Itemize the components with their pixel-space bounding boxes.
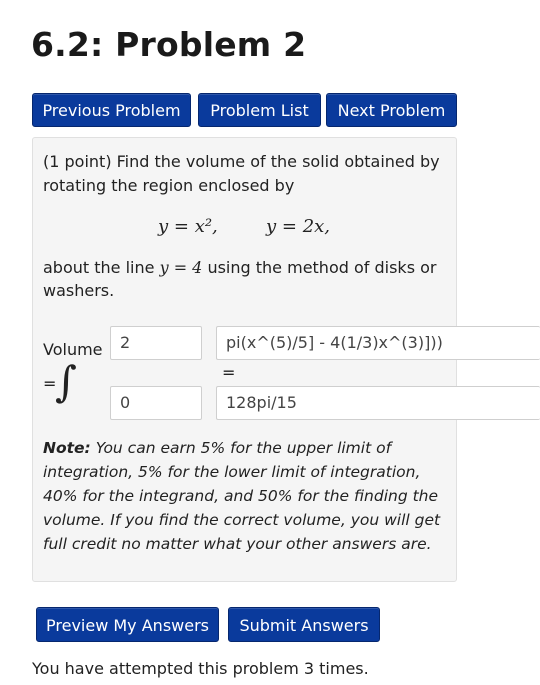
- upper-limit-input[interactable]: 2: [110, 326, 202, 360]
- problem-list-button[interactable]: Problem List: [198, 93, 321, 127]
- volume-input[interactable]: 128pi/15: [216, 386, 540, 420]
- equation-1: y = x²,: [158, 216, 218, 237]
- problem-intro-line1: (1 point) Find the volume of the solid o…: [43, 152, 440, 171]
- attempts-status: You have attempted this problem 3 times.: [32, 659, 369, 678]
- note-body: You can earn 5% for the upper limit of i…: [43, 439, 441, 553]
- equals-between: =: [222, 363, 236, 382]
- previous-problem-button[interactable]: Previous Problem: [32, 93, 191, 127]
- submit-answers-button[interactable]: Submit Answers: [228, 607, 380, 642]
- next-problem-button[interactable]: Next Problem: [326, 93, 457, 127]
- about-suffix: using the method of disks or: [207, 258, 437, 277]
- problem-about-line: about the line y = 4 using the method of…: [43, 256, 436, 280]
- about-prefix: about the line: [43, 258, 155, 277]
- note-text: Note: You can earn 5% for the upper limi…: [43, 436, 448, 556]
- about-equation: y = 4: [159, 258, 203, 277]
- integrand-input[interactable]: pi(x^(5)/5] - 4(1/3)x^(3)])): [216, 326, 540, 360]
- note-label: Note:: [43, 439, 91, 457]
- problem-about-line2: washers.: [43, 281, 115, 300]
- problem-intro-line2: rotating the region enclosed by: [43, 176, 295, 195]
- integral-symbol: ∫: [55, 357, 77, 406]
- preview-answers-button[interactable]: Preview My Answers: [36, 607, 219, 642]
- page-title: 6.2: Problem 2: [31, 25, 307, 64]
- equation-2: y = 2x,: [266, 216, 331, 237]
- lower-limit-input[interactable]: 0: [110, 386, 202, 420]
